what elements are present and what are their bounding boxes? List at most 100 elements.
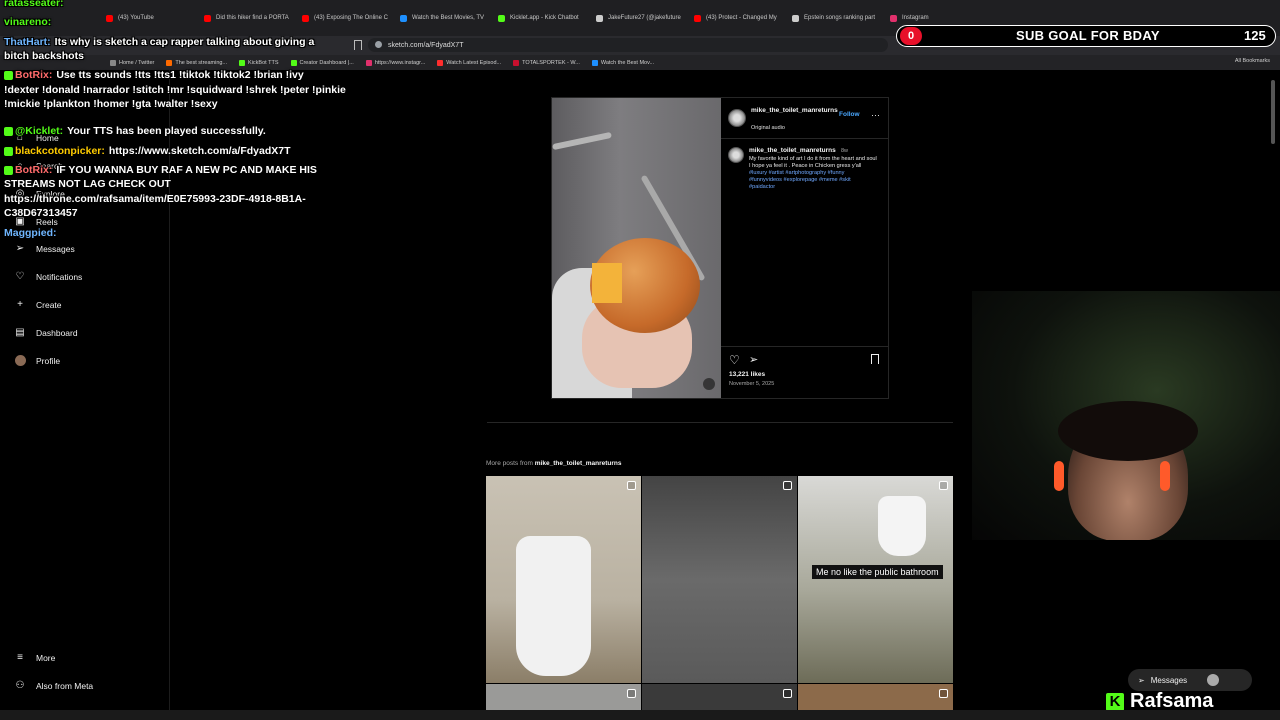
sidebar-item-notifications[interactable]: ♡ Notifications [14, 271, 83, 283]
webcam-feed [972, 291, 1280, 540]
sidebar-item-dashboard[interactable]: ▤ Dashboard [14, 327, 78, 339]
mute-icon[interactable] [703, 378, 715, 390]
browser-tab[interactable]: Epstein songs ranking part [786, 5, 882, 31]
bookmark-label: TOTALSPORTEK - W... [522, 59, 580, 66]
chat-text: https://throne.com/rafsama/item/E0E75993… [4, 193, 306, 205]
sidebar-item-profile[interactable]: Profile [14, 355, 60, 367]
post-divider [721, 346, 888, 347]
sidebar-item-also-from-meta[interactable]: ⚇ Also from Meta [14, 680, 94, 692]
subgoal-current: 0 [900, 27, 922, 45]
cheese [592, 263, 622, 303]
caption-username[interactable]: mike_the_toilet_manreturns [749, 147, 836, 154]
bookmark-item[interactable]: Watch Latest Episod... [437, 59, 501, 66]
messages-pill[interactable]: ➢ Messages [1128, 669, 1252, 691]
chat-username: BotRix: [15, 69, 53, 81]
bookmark-item[interactable]: KickBot TTS [239, 59, 279, 66]
bookmark-item[interactable]: Creator Dashboard |... [290, 59, 354, 66]
post-username[interactable]: mike_the_toilet_manreturns [751, 107, 841, 114]
bookmark-item[interactable]: TOTALSPORTEK - W... [513, 59, 580, 66]
browser-tab[interactable]: Kicklet.app - Kick Chatbot [492, 5, 588, 31]
audio-label[interactable]: Original audio [751, 125, 785, 131]
bookmark-label: Watch the Best Mov... [600, 59, 655, 66]
tab-label: Epstein songs ranking part [804, 15, 876, 21]
tab-favicon-icon [694, 14, 701, 22]
bookmark-label: The best streaming... [175, 59, 228, 66]
bookmark-favicon-icon [365, 59, 372, 66]
bookmark-item[interactable]: The best streaming... [166, 59, 228, 66]
browser-tab[interactable]: (43) Exposing The Online C [296, 5, 392, 31]
url-text: sketch.com/a/FdyadX7T [388, 41, 464, 49]
follow-button[interactable]: Follow [839, 111, 860, 118]
avatar[interactable] [728, 109, 746, 127]
grid-post[interactable] [642, 476, 797, 683]
sidebar-item-more[interactable]: ≡ More [14, 652, 55, 664]
browser-tab[interactable]: JakeFuture27 (@jakefuture [590, 5, 686, 31]
chat-message: blackcotonpicker: https://www.sketch.com/… [4, 145, 291, 157]
bookmark-star-icon[interactable] [354, 40, 362, 50]
sidebar-item-messages[interactable]: ➢ Messages [14, 243, 75, 255]
post-divider [721, 138, 888, 139]
user-badge-icon [4, 146, 13, 156]
screen: (43) YouTube Did this hiker find a PORTA… [0, 0, 1280, 720]
video-caption: Me no like the public bathroom [812, 565, 943, 579]
tab-favicon-icon [596, 14, 603, 22]
plus-icon: + [17, 299, 23, 310]
bookmark-item[interactable]: https://www.instagr... [365, 59, 425, 66]
avatar[interactable] [728, 147, 744, 163]
section-divider [487, 422, 953, 423]
post-modal: mike_the_toilet_manreturns Follow ··· Or… [551, 97, 889, 399]
dashboard-icon: ▤ [15, 327, 25, 338]
tab-label: (43) Protect - Changed My [706, 15, 777, 21]
bot-badge-icon [4, 126, 13, 136]
sidebar-item-create[interactable]: + Create [14, 299, 61, 311]
grid-post[interactable] [486, 476, 641, 683]
post-video[interactable] [552, 98, 721, 398]
like-heart-icon[interactable]: ♡ [729, 353, 740, 367]
sidebar-item-label: Dashboard [36, 328, 78, 338]
grid-post[interactable] [798, 684, 953, 710]
chat-username: BotRix: [15, 164, 53, 176]
bot-badge-icon [4, 70, 13, 80]
tab-label: Did this hiker find a PORTA [216, 15, 289, 21]
bookmark-item[interactable]: Watch the Best Mov... [591, 59, 655, 66]
caption-hashtags[interactable]: #luxury #artist #artphotography #funny #… [749, 170, 851, 190]
grid-post[interactable] [486, 684, 641, 710]
site-info-icon[interactable] [375, 41, 382, 48]
scrollbar-thumb[interactable] [1271, 80, 1275, 144]
sidebar-item-label: Profile [36, 356, 61, 366]
streamer-hair [1058, 401, 1198, 461]
bookmark-favicon-icon [513, 59, 520, 66]
browser-tab[interactable]: (43) YouTube [100, 5, 196, 31]
more-options-icon[interactable]: ··· [871, 110, 880, 120]
chat-message: BotRix: Use tts sounds !tts !tts1 !tiktok… [4, 69, 304, 81]
chat-username: Maggpied: [4, 227, 57, 239]
grid-post[interactable] [642, 684, 797, 710]
more-posts-username[interactable]: mike_the_toilet_manreturns [535, 460, 622, 467]
headphone-light [1054, 461, 1064, 491]
reel-icon [627, 689, 636, 698]
bookmarks-bar: Home / Twitter The best streaming... Kic… [0, 55, 1280, 70]
share-icon[interactable]: ➢ [749, 353, 758, 366]
save-bookmark-icon[interactable] [871, 354, 879, 364]
chat-message: ThatHart: Its why is sketch a cap rapper … [4, 36, 314, 48]
reel-icon [783, 481, 792, 490]
tab-label: Kicklet.app - Kick Chatbot [510, 15, 579, 21]
bookmark-item[interactable]: Home / Twitter [110, 59, 154, 66]
subgoal-title: SUB GOAL FOR BDAY [1016, 28, 1160, 43]
messages-icon: ➢ [1138, 675, 1145, 685]
chat-message: !dexter !donald !narrador !stitch !mr !s… [4, 84, 346, 96]
heart-icon: ♡ [15, 271, 25, 282]
browser-tab[interactable]: Did this hiker find a PORTA [198, 5, 294, 31]
chat-text: !mickie !plankton !homer !gta !walter !s… [4, 98, 218, 110]
address-bar[interactable]: sketch.com/a/FdyadX7T [368, 38, 888, 52]
browser-tab[interactable]: (43) Protect - Changed My [688, 5, 784, 31]
tab-favicon-icon [792, 14, 799, 22]
chat-message: !mickie !plankton !homer !gta !walter !s… [4, 98, 218, 110]
likes-count[interactable]: 13,221 likes [729, 371, 765, 378]
reel-icon [939, 689, 948, 698]
grid-post[interactable]: Me no like the public bathroom [798, 476, 953, 683]
browser-tab[interactable]: Watch the Best Movies, TV [394, 5, 490, 31]
chat-message: @Kicklet: Your TTS has been played succes… [4, 125, 266, 137]
all-bookmarks-button[interactable]: All Bookmarks [1235, 58, 1270, 64]
chat-message: BotRix: IF YOU WANNA BUY RAF A NEW PC AND… [4, 164, 317, 176]
